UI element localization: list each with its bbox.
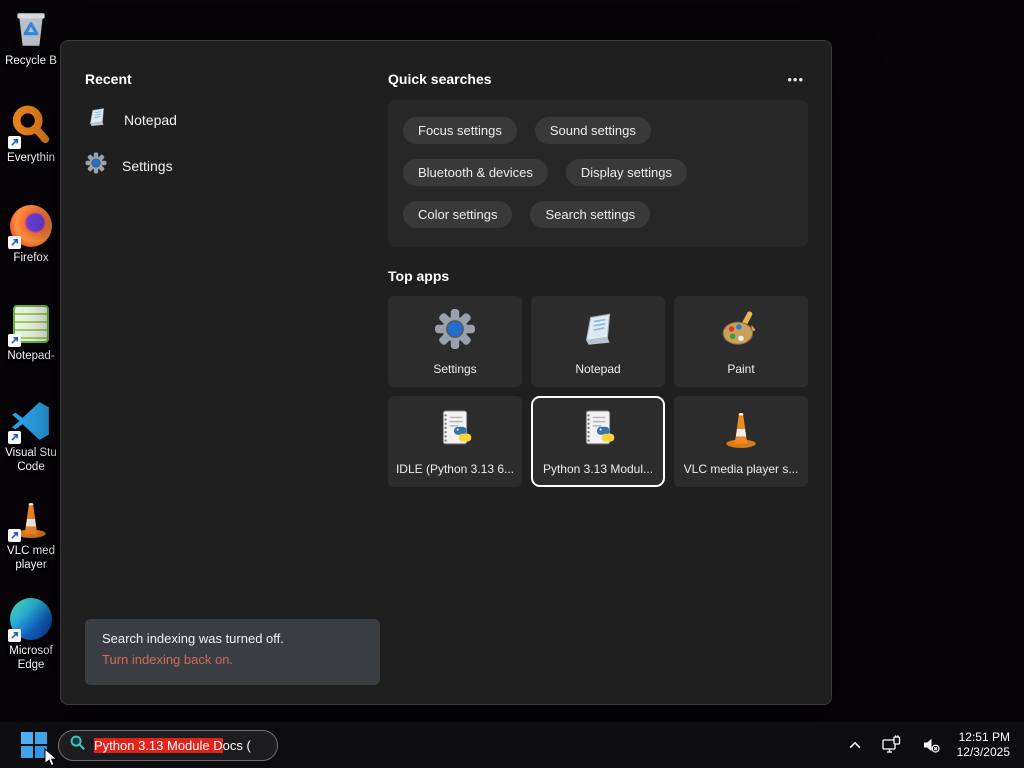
tray-overflow-chevron-icon[interactable] — [845, 736, 865, 754]
top-app-label: Python 3.13 Modul... — [542, 461, 654, 476]
top-app-label: Paint — [727, 361, 755, 376]
desktop-icon-label: VLC med player — [7, 545, 55, 571]
settings-gear-icon — [85, 152, 107, 179]
shortcut-arrow-icon — [8, 629, 21, 642]
top-app-label: IDLE (Python 3.13 6... — [395, 461, 515, 476]
notepad-plus-plus-icon — [7, 301, 55, 347]
network-icon[interactable] — [878, 732, 905, 758]
vscode-icon — [7, 398, 55, 444]
recent-section: Recent Notepad Settings — [85, 71, 365, 180]
shortcut-arrow-icon — [8, 334, 21, 347]
top-app-idle-python[interactable]: IDLE (Python 3.13 6... — [388, 396, 522, 487]
taskbar: Python 3.13 Module Docs ( 12:51 PM 12/3/… — [0, 722, 1024, 768]
taskbar-search-input[interactable]: Python 3.13 Module Docs ( — [58, 729, 278, 761]
desktop-icon-label: Notepad- — [7, 350, 55, 362]
desktop-icon-label: Recycle B — [5, 55, 57, 67]
top-app-label: VLC media player s... — [683, 461, 799, 476]
top-app-vlc[interactable]: VLC media player s... — [674, 396, 808, 487]
clock-time: 12:51 PM — [958, 730, 1010, 744]
clock-date: 12/3/2025 — [956, 745, 1010, 759]
recent-item-settings[interactable]: Settings — [85, 151, 365, 180]
desktop-icon-vlc[interactable]: VLC med player — [0, 496, 62, 572]
quick-search-search-settings[interactable]: Search settings — [530, 201, 651, 228]
system-tray: 12:51 PM 12/3/2025 — [845, 730, 1010, 760]
shortcut-arrow-icon — [8, 529, 21, 542]
python-doc-icon — [434, 408, 476, 455]
indexing-notice-message: Search indexing was turned off. — [102, 631, 284, 646]
top-app-notepad[interactable]: Notepad — [531, 296, 665, 387]
edge-icon — [7, 596, 55, 642]
desktop-icon-label: Everythin — [7, 152, 55, 164]
quick-searches-header: Quick searches — [388, 71, 492, 87]
settings-gear-icon — [434, 308, 476, 355]
recent-item-label: Settings — [122, 157, 173, 174]
shortcut-arrow-icon — [8, 236, 21, 249]
desktop-icon-label: Visual Stu Code — [5, 447, 57, 473]
notepad-icon — [85, 105, 109, 134]
search-flyout: Recent Notepad Settings Quick searches •… — [60, 40, 832, 705]
top-app-python-module-docs[interactable]: Python 3.13 Modul... — [531, 396, 665, 487]
shortcut-arrow-icon — [8, 431, 21, 444]
desktop-icon-microsoft-edge[interactable]: Microsof Edge — [0, 596, 62, 672]
unselected-query-text: ocs ( — [222, 737, 251, 753]
quick-searches-card: Focus settings Sound settings Bluetooth … — [388, 100, 808, 247]
firefox-icon — [7, 203, 55, 249]
recycle-bin-icon — [7, 6, 55, 52]
vlc-cone-icon — [720, 408, 762, 455]
top-apps-grid: Settings Notepad Paint IDLE (Python 3.13… — [388, 296, 808, 487]
everything-search-icon — [7, 103, 55, 149]
shortcut-arrow-icon — [8, 136, 21, 149]
recent-item-label: Notepad — [124, 111, 177, 128]
top-apps-header: Top apps — [388, 268, 450, 284]
vlc-cone-icon — [7, 496, 55, 542]
desktop-icon-label: Firefox — [13, 252, 49, 264]
desktop-icon-everything[interactable]: Everythin — [0, 103, 62, 165]
desktop-icon-visual-studio-code[interactable]: Visual Stu Code — [0, 398, 62, 474]
quick-search-color-settings[interactable]: Color settings — [403, 201, 513, 228]
desktop-icon-notepad-plus-plus[interactable]: Notepad- — [0, 301, 62, 363]
search-icon — [69, 734, 86, 756]
python-doc-icon — [577, 408, 619, 455]
more-options-icon[interactable]: ••• — [783, 72, 808, 87]
desktop-icon-recycle-bin[interactable]: Recycle B — [0, 6, 62, 68]
start-button[interactable] — [17, 728, 51, 762]
desktop-icon-column: Recycle B Everythin Firefox Notepad- Vis… — [0, 0, 62, 722]
volume-muted-icon[interactable] — [918, 732, 944, 758]
quick-search-display-settings[interactable]: Display settings — [565, 159, 687, 186]
top-app-settings[interactable]: Settings — [388, 296, 522, 387]
indexing-notice: Search indexing was turned off. Turn ind… — [85, 619, 380, 685]
paint-palette-icon — [720, 308, 762, 355]
turn-indexing-on-link[interactable]: Turn indexing back on. — [102, 652, 363, 667]
quick-search-bluetooth-devices[interactable]: Bluetooth & devices — [403, 159, 548, 186]
selected-query-text: Python 3.13 Module D — [94, 737, 223, 753]
top-app-label: Notepad — [575, 361, 621, 376]
quick-search-focus-settings[interactable]: Focus settings — [403, 117, 517, 144]
desktop-icon-label: Microsof Edge — [9, 645, 53, 671]
top-app-label: Settings — [433, 361, 477, 376]
search-right-column: Quick searches ••• Focus settings Sound … — [388, 71, 808, 487]
search-query-text: Python 3.13 Module Docs ( — [94, 737, 251, 753]
recent-item-notepad[interactable]: Notepad — [85, 105, 365, 134]
recent-header: Recent — [85, 71, 132, 87]
windows-logo-icon — [21, 732, 47, 758]
top-app-paint[interactable]: Paint — [674, 296, 808, 387]
taskbar-clock[interactable]: 12:51 PM 12/3/2025 — [957, 730, 1010, 760]
notepad-icon — [577, 308, 619, 355]
quick-search-sound-settings[interactable]: Sound settings — [534, 117, 651, 144]
desktop-icon-firefox[interactable]: Firefox — [0, 203, 62, 265]
